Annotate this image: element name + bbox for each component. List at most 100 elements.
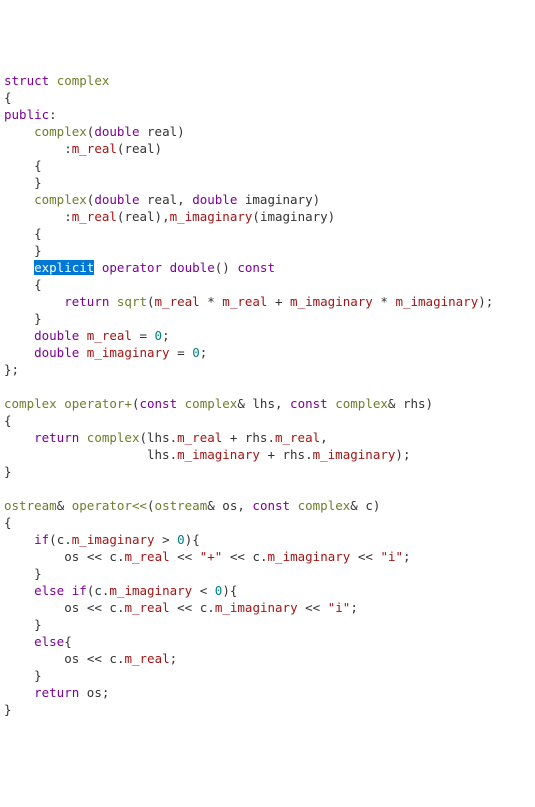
member-m-imaginary: m_imaginary <box>177 447 260 462</box>
var-c: c <box>109 549 117 564</box>
brace: { <box>230 583 238 598</box>
var-c: c <box>109 600 117 615</box>
op-stream: << <box>87 549 102 564</box>
type-complex: complex <box>298 498 351 513</box>
amp: & <box>207 498 215 513</box>
kw-return: return <box>64 294 109 309</box>
op-star: * <box>380 294 388 309</box>
paren: ( <box>147 294 155 309</box>
kw-struct: struct <box>4 73 49 88</box>
operator-stream: operator<< <box>72 498 147 513</box>
op-plus: + <box>275 294 283 309</box>
type-double: double <box>94 192 139 207</box>
operator-plus: operator+ <box>64 396 132 411</box>
type-double: double <box>170 260 215 275</box>
member-m-real: m_real <box>87 328 132 343</box>
brace: { <box>192 532 200 547</box>
param-real: real <box>147 192 177 207</box>
kw-else: else <box>34 634 64 649</box>
dot: . <box>64 532 72 547</box>
dot: . <box>267 430 275 445</box>
brace: } <box>34 617 42 632</box>
arg-rhs: rhs <box>283 447 306 462</box>
semi: ; <box>102 685 110 700</box>
type-double: double <box>34 345 79 360</box>
kw-if: if <box>34 532 49 547</box>
brace: { <box>4 413 12 428</box>
member-m-real: m_real <box>72 141 117 156</box>
paren: ) <box>155 209 163 224</box>
member-m-imaginary: m_imaginary <box>395 294 478 309</box>
literal-zero: 0 <box>177 532 185 547</box>
semi: ; <box>170 651 178 666</box>
op-lt: < <box>200 583 208 598</box>
member-m-imaginary: m_imaginary <box>109 583 192 598</box>
var-os: os <box>87 685 102 700</box>
op-stream: << <box>87 600 102 615</box>
param-lhs: lhs <box>252 396 275 411</box>
brace: } <box>34 566 42 581</box>
brace: } <box>34 668 42 683</box>
paren: ) <box>313 192 321 207</box>
op-plus: + <box>267 447 275 462</box>
type-ostream: ostream <box>4 498 57 513</box>
member-m-imaginary: m_imaginary <box>290 294 373 309</box>
comma: , <box>237 498 245 513</box>
member-m-real: m_real <box>222 294 267 309</box>
arg-lhs: lhs <box>147 447 170 462</box>
brace: { <box>4 90 12 105</box>
member-m-imaginary: m_imaginary <box>313 447 396 462</box>
colon: : <box>64 209 72 224</box>
member-m-real: m_real <box>124 549 169 564</box>
param-c: c <box>365 498 373 513</box>
op-stream: << <box>87 651 102 666</box>
brace: { <box>34 277 42 292</box>
semi: ; <box>350 600 358 615</box>
paren: ( <box>49 532 57 547</box>
param-imaginary: imaginary <box>245 192 313 207</box>
param-real: real <box>147 124 177 139</box>
paren: ) <box>177 124 185 139</box>
var-os: os <box>64 651 79 666</box>
semi: ; <box>200 345 208 360</box>
var-c: c <box>94 583 102 598</box>
type-ostream: ostream <box>155 498 208 513</box>
brace: } <box>34 175 42 190</box>
op-stream: << <box>358 549 373 564</box>
member-m-real: m_real <box>124 651 169 666</box>
colon: : <box>49 107 57 122</box>
arg-lhs: lhs <box>147 430 170 445</box>
dot: . <box>170 447 178 462</box>
paren: ( <box>139 430 147 445</box>
brace: } <box>34 243 42 258</box>
kw-const: const <box>139 396 177 411</box>
op-eq: = <box>139 328 147 343</box>
colon: : <box>64 141 72 156</box>
amp: & <box>350 498 358 513</box>
ctor-name: complex <box>34 124 87 139</box>
paren: ( <box>252 209 260 224</box>
paren: ) <box>222 260 230 275</box>
amp: & <box>57 498 65 513</box>
ctor-name: complex <box>34 192 87 207</box>
brace: } <box>4 702 12 717</box>
paren: ) <box>395 447 403 462</box>
brace-semi: }; <box>4 362 19 377</box>
fn-sqrt: sqrt <box>117 294 147 309</box>
var-os: os <box>64 549 79 564</box>
type-complex: complex <box>335 396 388 411</box>
paren: ) <box>222 583 230 598</box>
type-complex: complex <box>185 396 238 411</box>
var-os: os <box>64 600 79 615</box>
kw-explicit-highlighted: explicit <box>34 260 94 275</box>
type-double: double <box>94 124 139 139</box>
string-i: "i" <box>328 600 351 615</box>
comma: , <box>177 192 185 207</box>
dot: . <box>260 549 268 564</box>
brace: { <box>34 226 42 241</box>
member-m-imaginary: m_imaginary <box>72 532 155 547</box>
brace: } <box>34 311 42 326</box>
literal-zero: 0 <box>155 328 163 343</box>
type-complex: complex <box>57 73 110 88</box>
var-c: c <box>252 549 260 564</box>
